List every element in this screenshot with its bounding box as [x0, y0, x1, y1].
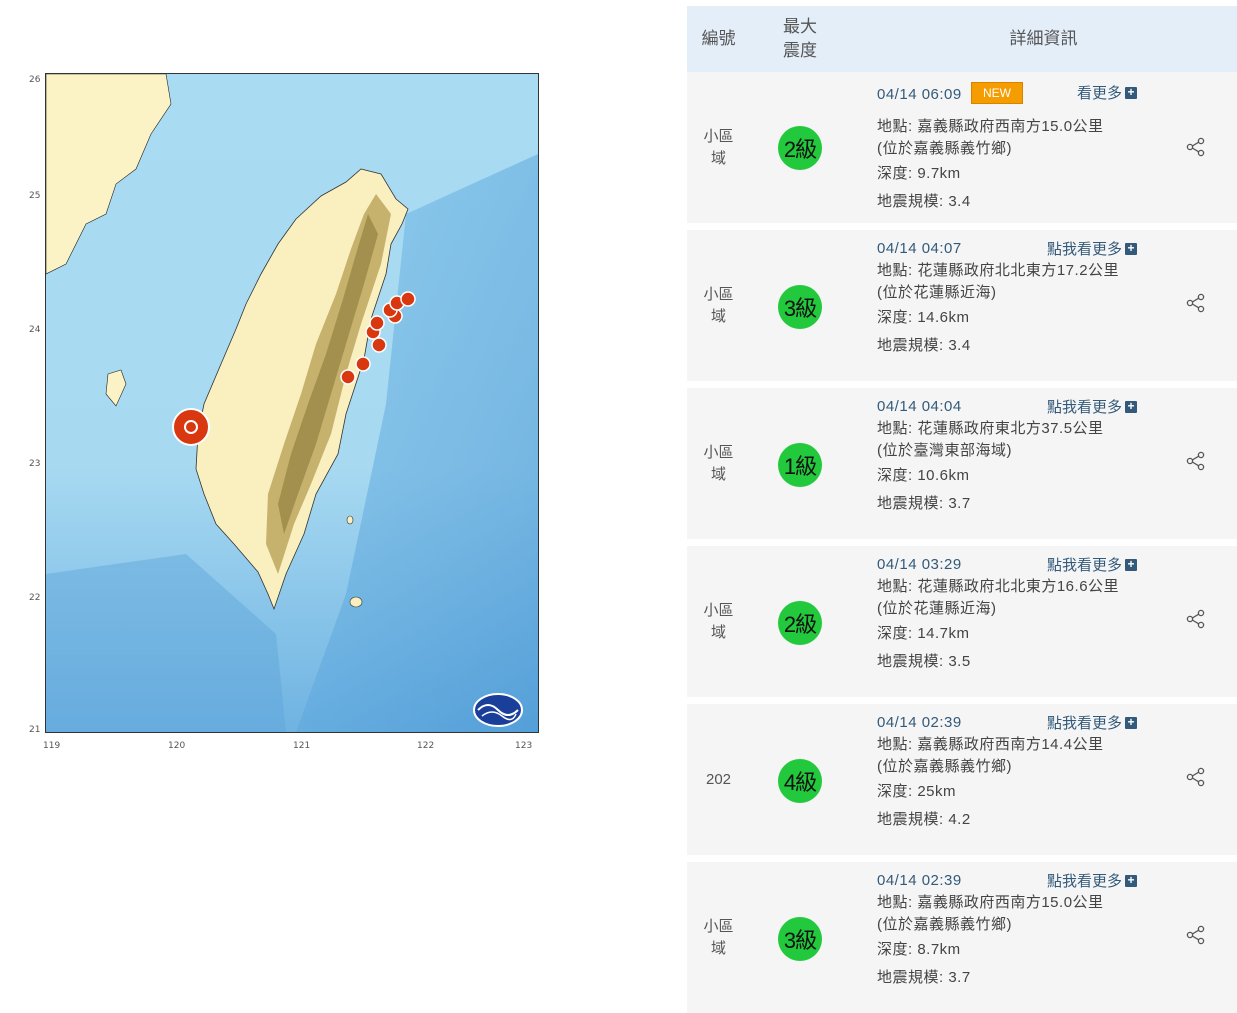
- table-row[interactable]: 小區域 2級 04/14 03:29 地點: 花蓮縣政府北北東方16.6公里 (…: [687, 546, 1237, 697]
- share-icon[interactable]: [1185, 924, 1207, 946]
- table-row[interactable]: 202 4級 04/14 02:39 地點: 嘉義縣政府西南方14.4公里 (位…: [687, 704, 1237, 855]
- event-magnitude: 地震規模: 3.7: [877, 495, 971, 512]
- intensity-badge: 4級: [778, 759, 822, 803]
- event-location-sub: (位於嘉義縣義竹鄉): [877, 758, 1012, 775]
- see-more-link[interactable]: 看更多 +: [1077, 82, 1137, 103]
- lat-tick: 21: [29, 725, 41, 735]
- area-cell: 小區域: [703, 443, 734, 483]
- plus-icon: +: [1125, 874, 1137, 887]
- event-magnitude: 地震規模: 3.4: [877, 193, 971, 210]
- event-location-sub: (位於嘉義縣義竹鄉): [877, 140, 1012, 157]
- intensity-badge: 2級: [778, 126, 822, 170]
- new-badge: NEW: [971, 82, 1023, 104]
- see-more-label: 點我看更多: [1046, 873, 1122, 890]
- map-image: [46, 74, 538, 732]
- area-cell: 小區域: [703, 127, 734, 167]
- event-depth: 深度: 9.7km: [877, 165, 961, 182]
- event-location: 地點: 嘉義縣政府西南方14.4公里: [877, 736, 1104, 753]
- share-icon[interactable]: [1185, 766, 1207, 788]
- plus-icon: +: [1125, 86, 1137, 99]
- earthquake-map: 26 25 24 23 22 21 119 120 121 122 123: [25, 70, 545, 760]
- lon-tick: 123: [515, 741, 533, 751]
- event-location: 地點: 花蓮縣政府北北東方16.6公里: [877, 578, 1120, 595]
- see-more-link[interactable]: 點我看更多 +: [1047, 554, 1137, 575]
- earthquake-table: 編號 最大 震度 詳細資訊 小區域 2級 04/14 06:09 地點: 嘉義縣…: [687, 6, 1237, 1013]
- see-more-label: 點我看更多: [1046, 557, 1122, 574]
- intensity-badge: 2級: [778, 601, 822, 645]
- see-more-label: 看更多: [1076, 85, 1122, 102]
- table-row[interactable]: 小區域 1級 04/14 04:04 地點: 花蓮縣政府東北方37.5公里 (位…: [687, 388, 1237, 539]
- area-cell: 小區域: [703, 917, 734, 957]
- see-more-label: 點我看更多: [1046, 241, 1122, 258]
- area-cell: 小區域: [703, 601, 734, 641]
- see-more-label: 點我看更多: [1046, 399, 1122, 416]
- table-row[interactable]: 小區域 3級 04/14 02:39 地點: 嘉義縣政府西南方15.0公里 (位…: [687, 862, 1237, 1013]
- event-location: 地點: 花蓮縣政府東北方37.5公里: [877, 420, 1104, 437]
- table-row[interactable]: 小區域 3級 04/14 04:07 地點: 花蓮縣政府北北東方17.2公里 (…: [687, 230, 1237, 381]
- event-depth: 深度: 14.6km: [877, 309, 970, 326]
- event-depth: 深度: 25km: [877, 783, 957, 800]
- intensity-badge: 3級: [778, 917, 822, 961]
- share-icon[interactable]: [1185, 292, 1207, 314]
- table-row[interactable]: 小區域 2級 04/14 06:09 地點: 嘉義縣政府西南方15.0公里 (位…: [687, 72, 1237, 223]
- lat-tick: 24: [29, 325, 41, 335]
- lon-tick: 122: [417, 741, 435, 751]
- event-location: 地點: 花蓮縣政府北北東方17.2公里: [877, 262, 1120, 279]
- lon-tick: 119: [43, 741, 61, 751]
- latest-epicenter-marker: [172, 408, 210, 446]
- event-location: 地點: 嘉義縣政府西南方15.0公里: [877, 894, 1104, 911]
- intensity-badge: 1級: [778, 443, 822, 487]
- event-location-sub: (位於臺灣東部海域): [877, 442, 1012, 459]
- event-depth: 深度: 8.7km: [877, 941, 961, 958]
- lon-tick: 120: [168, 741, 186, 751]
- event-location-sub: (位於花蓮縣近海): [877, 600, 997, 617]
- header-number: 編號: [701, 29, 736, 48]
- share-icon[interactable]: [1185, 608, 1207, 630]
- event-location-sub: (位於嘉義縣義竹鄉): [877, 916, 1012, 933]
- map-frame: [45, 73, 539, 733]
- see-more-link[interactable]: 點我看更多 +: [1047, 870, 1137, 891]
- header-details: 詳細資訊: [1009, 29, 1078, 48]
- plus-icon: +: [1125, 716, 1137, 729]
- lon-tick: 121: [293, 741, 311, 751]
- event-depth: 深度: 14.7km: [877, 625, 970, 642]
- lat-tick: 25: [29, 191, 41, 201]
- plus-icon: +: [1125, 242, 1137, 255]
- table-body: 小區域 2級 04/14 06:09 地點: 嘉義縣政府西南方15.0公里 (位…: [687, 72, 1237, 1013]
- cwa-logo: [473, 693, 523, 727]
- event-magnitude: 地震規模: 4.2: [877, 811, 971, 828]
- area-cell: 202: [705, 770, 732, 788]
- plus-icon: +: [1125, 558, 1137, 571]
- lat-tick: 23: [29, 459, 41, 469]
- table-header: 編號 最大 震度 詳細資訊: [687, 6, 1237, 72]
- see-more-label: 點我看更多: [1046, 715, 1122, 732]
- event-location: 地點: 嘉義縣政府西南方15.0公里: [877, 118, 1104, 135]
- header-max-intensity: 最大 震度: [783, 17, 817, 60]
- event-magnitude: 地震規模: 3.4: [877, 337, 971, 354]
- see-more-link[interactable]: 點我看更多 +: [1047, 712, 1137, 733]
- event-magnitude: 地震規模: 3.7: [877, 969, 971, 986]
- share-icon[interactable]: [1185, 450, 1207, 472]
- see-more-link[interactable]: 點我看更多 +: [1047, 238, 1137, 259]
- lat-tick: 22: [29, 593, 41, 603]
- lat-tick: 26: [29, 75, 41, 85]
- see-more-link[interactable]: 點我看更多 +: [1047, 396, 1137, 417]
- event-depth: 深度: 10.6km: [877, 467, 970, 484]
- intensity-badge: 3級: [778, 285, 822, 329]
- plus-icon: +: [1125, 400, 1137, 413]
- event-magnitude: 地震規模: 3.5: [877, 653, 971, 670]
- area-cell: 小區域: [703, 285, 734, 325]
- share-icon[interactable]: [1185, 136, 1207, 158]
- event-location-sub: (位於花蓮縣近海): [877, 284, 997, 301]
